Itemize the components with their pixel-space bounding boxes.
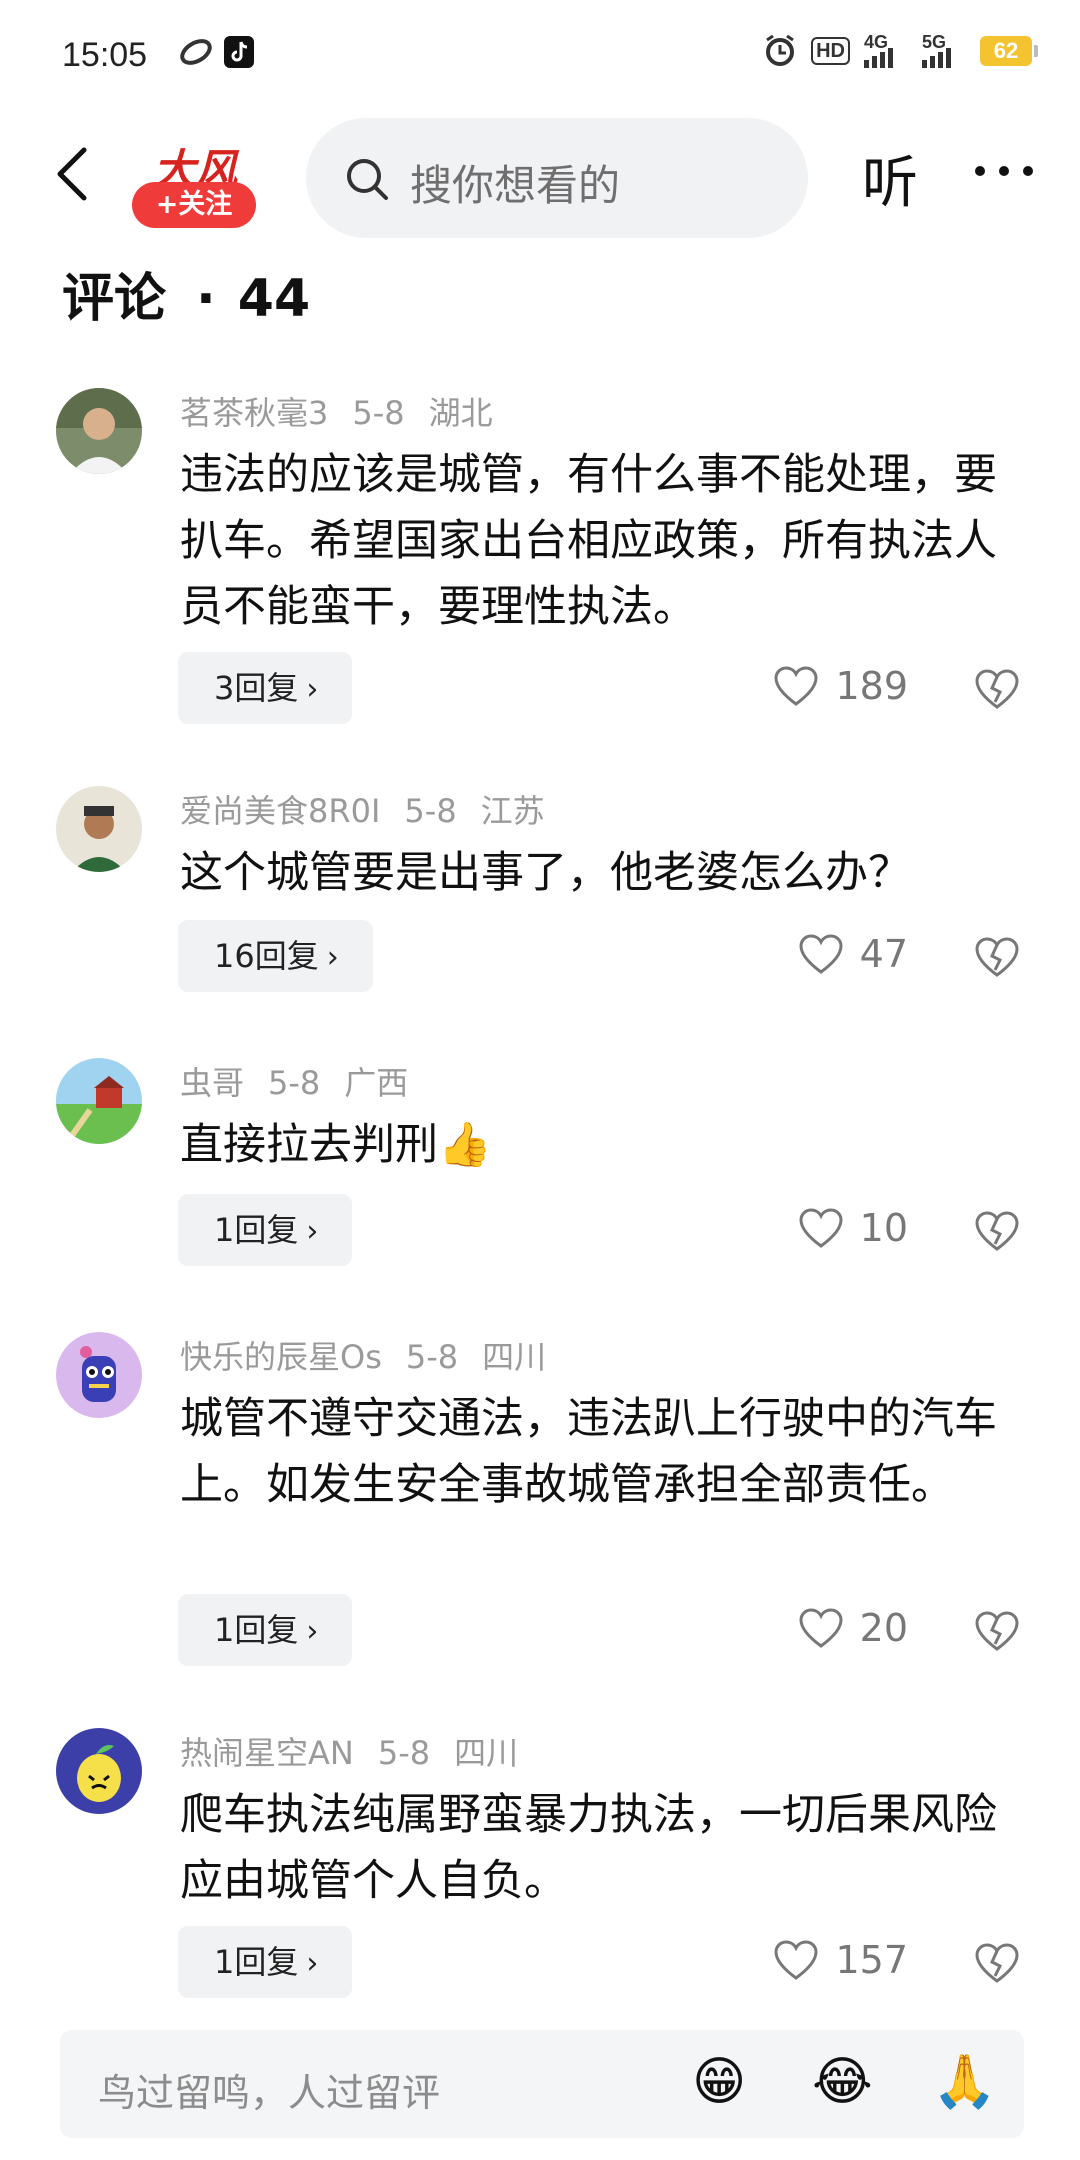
like-count: 20	[859, 1606, 908, 1650]
comment-text[interactable]: 违法的应该是城管，有什么事不能处理，要扒车。希望国家出台相应政策，所有执法人员不…	[180, 442, 1020, 640]
status-bar: 15:05 HD 4G 5G 62	[0, 0, 1080, 110]
heart-icon	[799, 1608, 843, 1648]
reply-button[interactable]: 1回复 ›	[178, 1926, 353, 1998]
chevron-right-icon: ›	[326, 940, 339, 975]
comment-location: 四川	[482, 1338, 547, 1376]
reply-count: 1回复	[214, 1611, 299, 1649]
like-count: 189	[835, 664, 908, 708]
reply-count: 1回复	[214, 1211, 299, 1249]
comment-meta: 爱尚美食8R0I 5-8 江苏	[180, 786, 569, 832]
like-count: 10	[859, 1206, 908, 1250]
header-dot: ·	[196, 269, 216, 329]
comment-date: 5-8	[268, 1064, 321, 1102]
comment-text[interactable]: 爬车执法纯属野蛮暴力执法，一切后果风险应由城管个人自负。	[180, 1782, 1020, 1914]
top-nav: 大风 +关注 搜你想看的 听	[0, 112, 1080, 240]
more-icon[interactable]	[972, 156, 1036, 186]
comment-username[interactable]: 茗茶秋毫3	[180, 394, 328, 432]
status-icons: HD 4G 5G 62	[763, 32, 1038, 68]
comments-count: 44	[237, 269, 311, 329]
broken-heart-icon[interactable]	[974, 668, 1020, 710]
back-icon[interactable]	[44, 142, 104, 206]
search-input[interactable]: 搜你想看的	[306, 118, 808, 238]
comment-text[interactable]: 这个城管要是出事了，他老婆怎么办？	[180, 840, 1020, 906]
comment-meta: 热闹星空AN 5-8 四川	[180, 1728, 542, 1774]
pray-emoji-icon[interactable]: 🙏	[932, 2052, 997, 2112]
reply-count: 1回复	[214, 1943, 299, 1981]
heart-icon	[774, 666, 818, 706]
hd-badge: HD	[811, 37, 850, 65]
chevron-right-icon: ›	[306, 1214, 319, 1249]
broken-heart-icon[interactable]	[974, 1610, 1020, 1652]
comment-location: 湖北	[428, 394, 493, 432]
tiktok-icon	[224, 36, 254, 68]
avatar[interactable]	[56, 786, 142, 872]
like-button[interactable]: 189	[773, 664, 908, 708]
comment-location: 江苏	[480, 792, 545, 830]
reply-count: 16回复	[214, 937, 319, 975]
avatar[interactable]	[56, 1332, 142, 1418]
comment-location: 广西	[344, 1064, 409, 1102]
signal-4g-icon: 4G	[864, 32, 908, 68]
reply-count: 3回复	[214, 669, 299, 707]
comment-input[interactable]: 鸟过留鸣，人过留评 😁 😂 🙏	[60, 2030, 1024, 2138]
comment-date: 5-8	[404, 792, 457, 830]
comment-meta: 虫哥 5-8 广西	[180, 1058, 432, 1104]
like-count: 47	[859, 932, 908, 976]
comment-username[interactable]: 爱尚美食8R0I	[180, 792, 380, 830]
signal-5g-icon: 5G	[922, 32, 966, 68]
follow-button[interactable]: +关注	[132, 182, 256, 228]
like-count: 157	[835, 1938, 908, 1982]
comment-meta: 快乐的辰星Os 5-8 四川	[180, 1332, 570, 1378]
comment-input-placeholder: 鸟过留鸣，人过留评	[98, 2071, 441, 2115]
heart-icon	[799, 1208, 843, 1248]
link-icon	[180, 39, 212, 65]
chevron-right-icon: ›	[306, 1614, 319, 1649]
comment-text[interactable]: 城管不遵守交通法，违法趴上行驶中的汽车上。如发生安全事故城管承担全部责任。	[180, 1386, 1020, 1518]
comment-meta: 茗茶秋毫3 5-8 湖北	[180, 388, 517, 434]
heart-icon	[799, 934, 843, 974]
like-button[interactable]: 10	[798, 1206, 908, 1250]
laughing-emoji-icon[interactable]: 😂	[812, 2052, 873, 2112]
comment-text[interactable]: 直接拉去判刑👍	[180, 1112, 1020, 1178]
comment-username[interactable]: 虫哥	[180, 1064, 244, 1102]
avatar[interactable]	[56, 1058, 142, 1144]
chevron-right-icon: ›	[306, 672, 319, 707]
broken-heart-icon[interactable]	[974, 1942, 1020, 1984]
alarm-icon	[766, 34, 795, 66]
like-button[interactable]: 157	[773, 1938, 908, 1982]
search-placeholder: 搜你想看的	[410, 161, 621, 210]
reply-button[interactable]: 16回复 ›	[178, 920, 373, 992]
grinning-emoji-icon[interactable]: 😁	[692, 2052, 746, 2112]
reply-button[interactable]: 1回复 ›	[178, 1194, 353, 1266]
broken-heart-icon[interactable]	[974, 936, 1020, 978]
avatar[interactable]	[56, 388, 142, 474]
comment-date: 5-8	[405, 1338, 459, 1376]
reply-button[interactable]: 1回复 ›	[178, 1594, 353, 1666]
search-icon	[347, 159, 388, 200]
comment-username[interactable]: 热闹星空AN	[180, 1734, 354, 1772]
comment-username[interactable]: 快乐的辰星Os	[180, 1338, 382, 1376]
like-button[interactable]: 20	[798, 1606, 908, 1650]
comments-title: 评论	[62, 269, 167, 329]
comment-date: 5-8	[352, 394, 405, 432]
like-button[interactable]: 47	[798, 932, 908, 976]
avatar[interactable]	[56, 1728, 142, 1814]
comments-header: 评论 · 44	[62, 256, 310, 331]
heart-icon	[774, 1940, 818, 1980]
battery-indicator: 62	[980, 36, 1038, 66]
chevron-right-icon: ›	[306, 1946, 319, 1981]
comment-location: 四川	[454, 1734, 519, 1772]
reply-button[interactable]: 3回复 ›	[178, 652, 353, 724]
broken-heart-icon[interactable]	[974, 1210, 1020, 1252]
comment-date: 5-8	[377, 1734, 431, 1772]
listen-button[interactable]: 听	[862, 138, 918, 219]
status-time: 15:05	[62, 36, 148, 74]
